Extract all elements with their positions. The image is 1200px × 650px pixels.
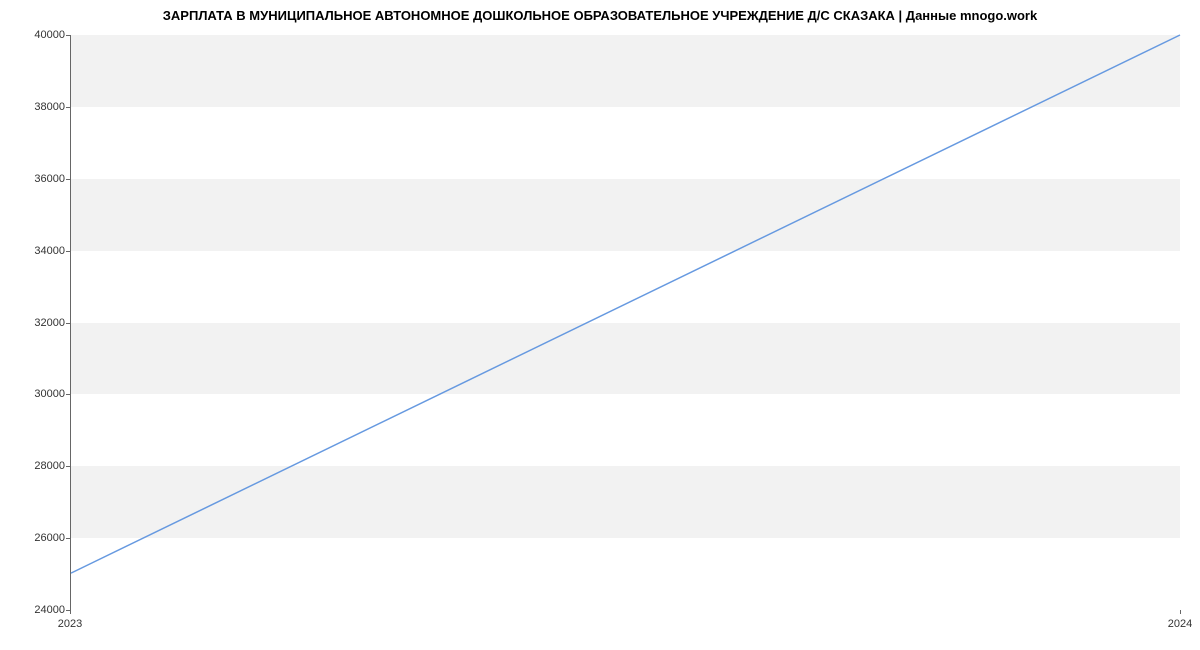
y-tick-label: 34000 (15, 245, 65, 257)
x-tick-label: 2024 (1168, 618, 1192, 630)
y-tick-mark (66, 35, 70, 36)
y-tick-label: 26000 (15, 532, 65, 544)
y-tick-mark (66, 179, 70, 180)
y-tick-mark (66, 394, 70, 395)
y-tick-label: 36000 (15, 173, 65, 185)
y-tick-mark (66, 538, 70, 539)
y-tick-mark (66, 323, 70, 324)
y-tick-label: 32000 (15, 317, 65, 329)
y-tick-mark (66, 251, 70, 252)
y-tick-label: 38000 (15, 101, 65, 113)
y-tick-label: 40000 (15, 29, 65, 41)
y-tick-label: 28000 (15, 460, 65, 472)
chart-container: ЗАРПЛАТА В МУНИЦИПАЛЬНОЕ АВТОНОМНОЕ ДОШК… (0, 0, 1200, 650)
y-tick-label: 24000 (15, 604, 65, 616)
y-tick-label: 30000 (15, 388, 65, 400)
data-line (71, 35, 1180, 573)
y-tick-mark (66, 466, 70, 467)
x-tick-label: 2023 (58, 618, 82, 630)
chart-line-svg (71, 35, 1180, 609)
x-tick-mark (1180, 610, 1181, 614)
y-tick-mark (66, 107, 70, 108)
plot-area (70, 35, 1180, 610)
x-tick-mark (70, 610, 71, 614)
chart-title: ЗАРПЛАТА В МУНИЦИПАЛЬНОЕ АВТОНОМНОЕ ДОШК… (0, 0, 1200, 23)
